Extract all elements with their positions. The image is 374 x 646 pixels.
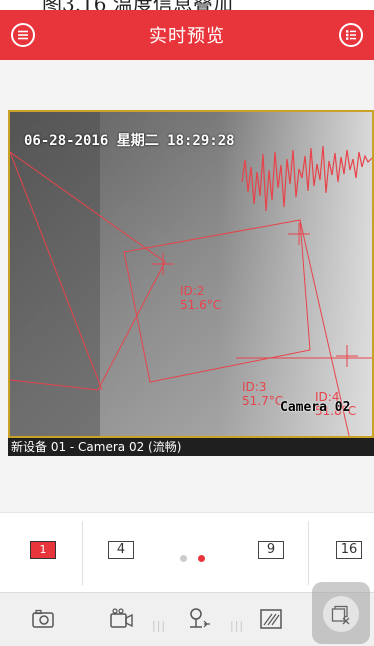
osd-datetime: 06-28-2016 星期二 18:29:28 — [24, 133, 235, 149]
layout-1-icon: 1 — [30, 541, 56, 559]
figure-caption: 图3.16 温度信息叠加 — [42, 0, 233, 10]
separator: ||| — [152, 619, 167, 632]
layout-9-button[interactable]: 9 — [234, 513, 308, 593]
layout-9-label: 9 — [258, 541, 284, 559]
page-indicator — [180, 547, 216, 566]
layout-4-label: 4 — [108, 541, 134, 559]
layout-1-label: 1 — [39, 543, 47, 556]
layout-16-label: 16 — [336, 541, 362, 559]
page-dot — [180, 555, 187, 562]
record-icon[interactable] — [108, 606, 134, 632]
header-bar: 实时预览 — [0, 10, 374, 60]
temp-tag-id: ID:2 — [180, 284, 205, 298]
temp-tag-value: 51.7°C — [242, 394, 284, 408]
osd-camera-name: Camera 02 — [280, 400, 351, 415]
live-view-window[interactable]: 06-28-2016 星期二 18:29:28 ID:2 51.6°C ID:3… — [8, 110, 374, 456]
layout-selector: 1 4 9 16 — [0, 512, 374, 592]
layout-16-button[interactable]: 16 — [312, 513, 374, 593]
camera-snapshot-icon[interactable] — [30, 606, 56, 632]
ptz-icon[interactable] — [186, 606, 212, 632]
temp-tag-value: 51.6°C — [180, 298, 222, 312]
layout-4-button[interactable]: 4 — [84, 513, 158, 593]
divider — [82, 521, 83, 585]
separator: ||| — [230, 619, 245, 632]
image-adjust-icon[interactable] — [258, 606, 284, 632]
page-title: 实时预览 — [149, 26, 225, 47]
temp-tag-id: ID:3 — [242, 380, 267, 394]
video-frame[interactable]: 06-28-2016 星期二 18:29:28 ID:2 51.6°C ID:3… — [8, 110, 374, 438]
device-list-icon[interactable] — [339, 23, 363, 47]
divider — [308, 521, 309, 585]
temp-tag-2: ID:2 51.6°C — [180, 284, 221, 312]
page-dot-active — [198, 555, 205, 562]
channel-label: 新设备 01 - Camera 02 (流畅) — [8, 438, 374, 456]
layout-1-button[interactable]: 1 — [6, 513, 80, 593]
floating-button[interactable] — [312, 582, 370, 644]
caption-strip: 图3.16 温度信息叠加 — [0, 0, 374, 10]
temp-tag-3: ID:3 51.7°C — [242, 380, 283, 408]
close-window-icon — [331, 605, 350, 625]
